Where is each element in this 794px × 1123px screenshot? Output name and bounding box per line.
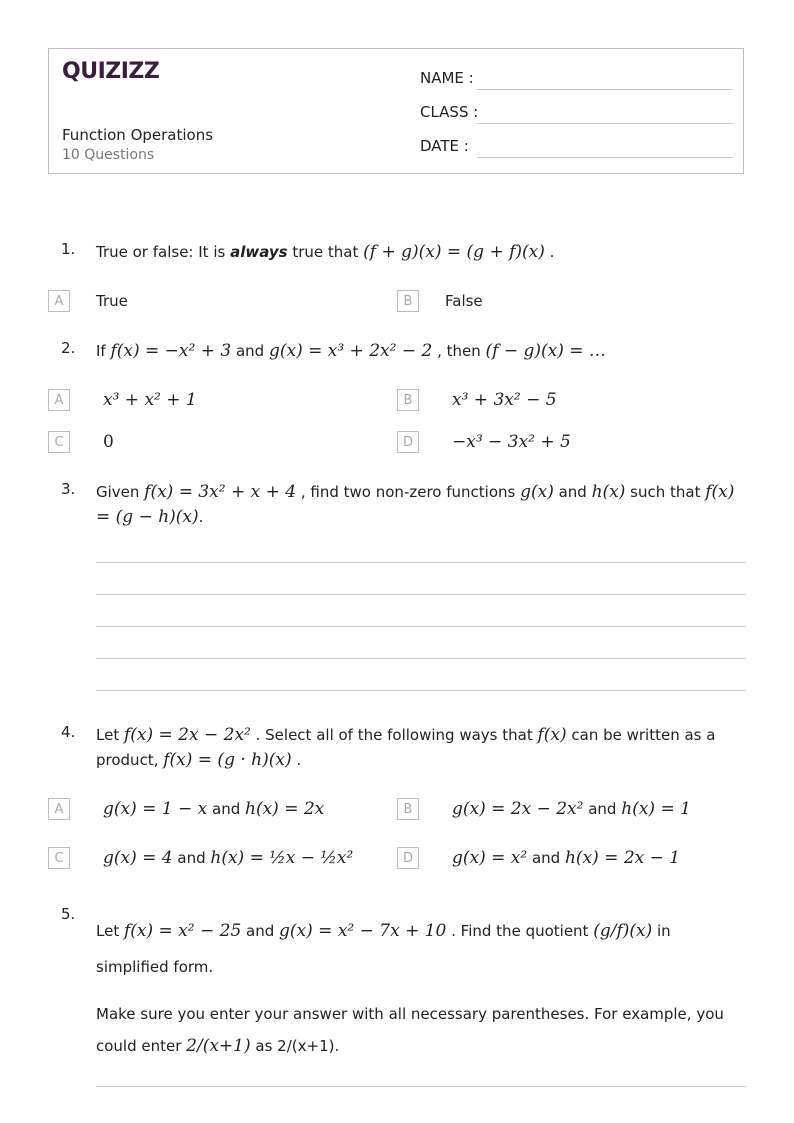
answer-line[interactable] [96, 626, 746, 627]
option-letter: A [48, 290, 70, 312]
option-letter: C [48, 847, 70, 869]
class-field[interactable] [477, 123, 733, 124]
question-text: Let f(x) = x² − 25 and g(x) = x² − 7x + … [96, 921, 671, 976]
question-text: If f(x) = −x² + 3 and g(x) = x³ + 2x² − … [96, 341, 606, 361]
option-letter: B [397, 290, 419, 312]
option-letter: B [397, 798, 419, 820]
name-field[interactable] [477, 89, 733, 90]
question-number: 4. [61, 723, 76, 741]
question-number: 5. [61, 905, 76, 923]
question-text: Given f(x) = 3x² + x + 4 , find two non-… [96, 482, 735, 527]
question-note: Make sure you enter your answer with all… [96, 1005, 724, 1056]
option-letter: C [48, 431, 70, 453]
option-letter: A [48, 798, 70, 820]
question-text: True or false: It is always true that (f… [96, 242, 555, 262]
question-count: 10 Questions [62, 147, 155, 163]
answer-line[interactable] [96, 1086, 746, 1087]
math-expression: (f + g)(x) = (g + f)(x) [363, 242, 545, 262]
option-letter: B [397, 389, 419, 411]
answer-line[interactable] [96, 658, 746, 659]
option-letter: D [397, 431, 419, 453]
quizizz-logo: QUIZIZZ [62, 59, 160, 84]
name-label: NAME : [420, 69, 474, 87]
answer-line[interactable] [96, 562, 746, 563]
option-letter: D [397, 847, 419, 869]
answer-line[interactable] [96, 594, 746, 595]
worksheet-header: QUIZIZZ Function Operations 10 Questions… [48, 48, 744, 174]
question-text: Let f(x) = 2x − 2x² . Select all of the … [96, 725, 716, 770]
class-label: CLASS : [420, 103, 479, 121]
worksheet-title: Function Operations [62, 126, 214, 144]
option-letter: A [48, 389, 70, 411]
answer-line[interactable] [96, 690, 746, 691]
date-field[interactable] [477, 157, 733, 158]
question-number: 1. [61, 240, 76, 258]
date-label: DATE : [420, 137, 469, 155]
question-number: 3. [61, 480, 76, 498]
question-number: 2. [61, 339, 76, 357]
